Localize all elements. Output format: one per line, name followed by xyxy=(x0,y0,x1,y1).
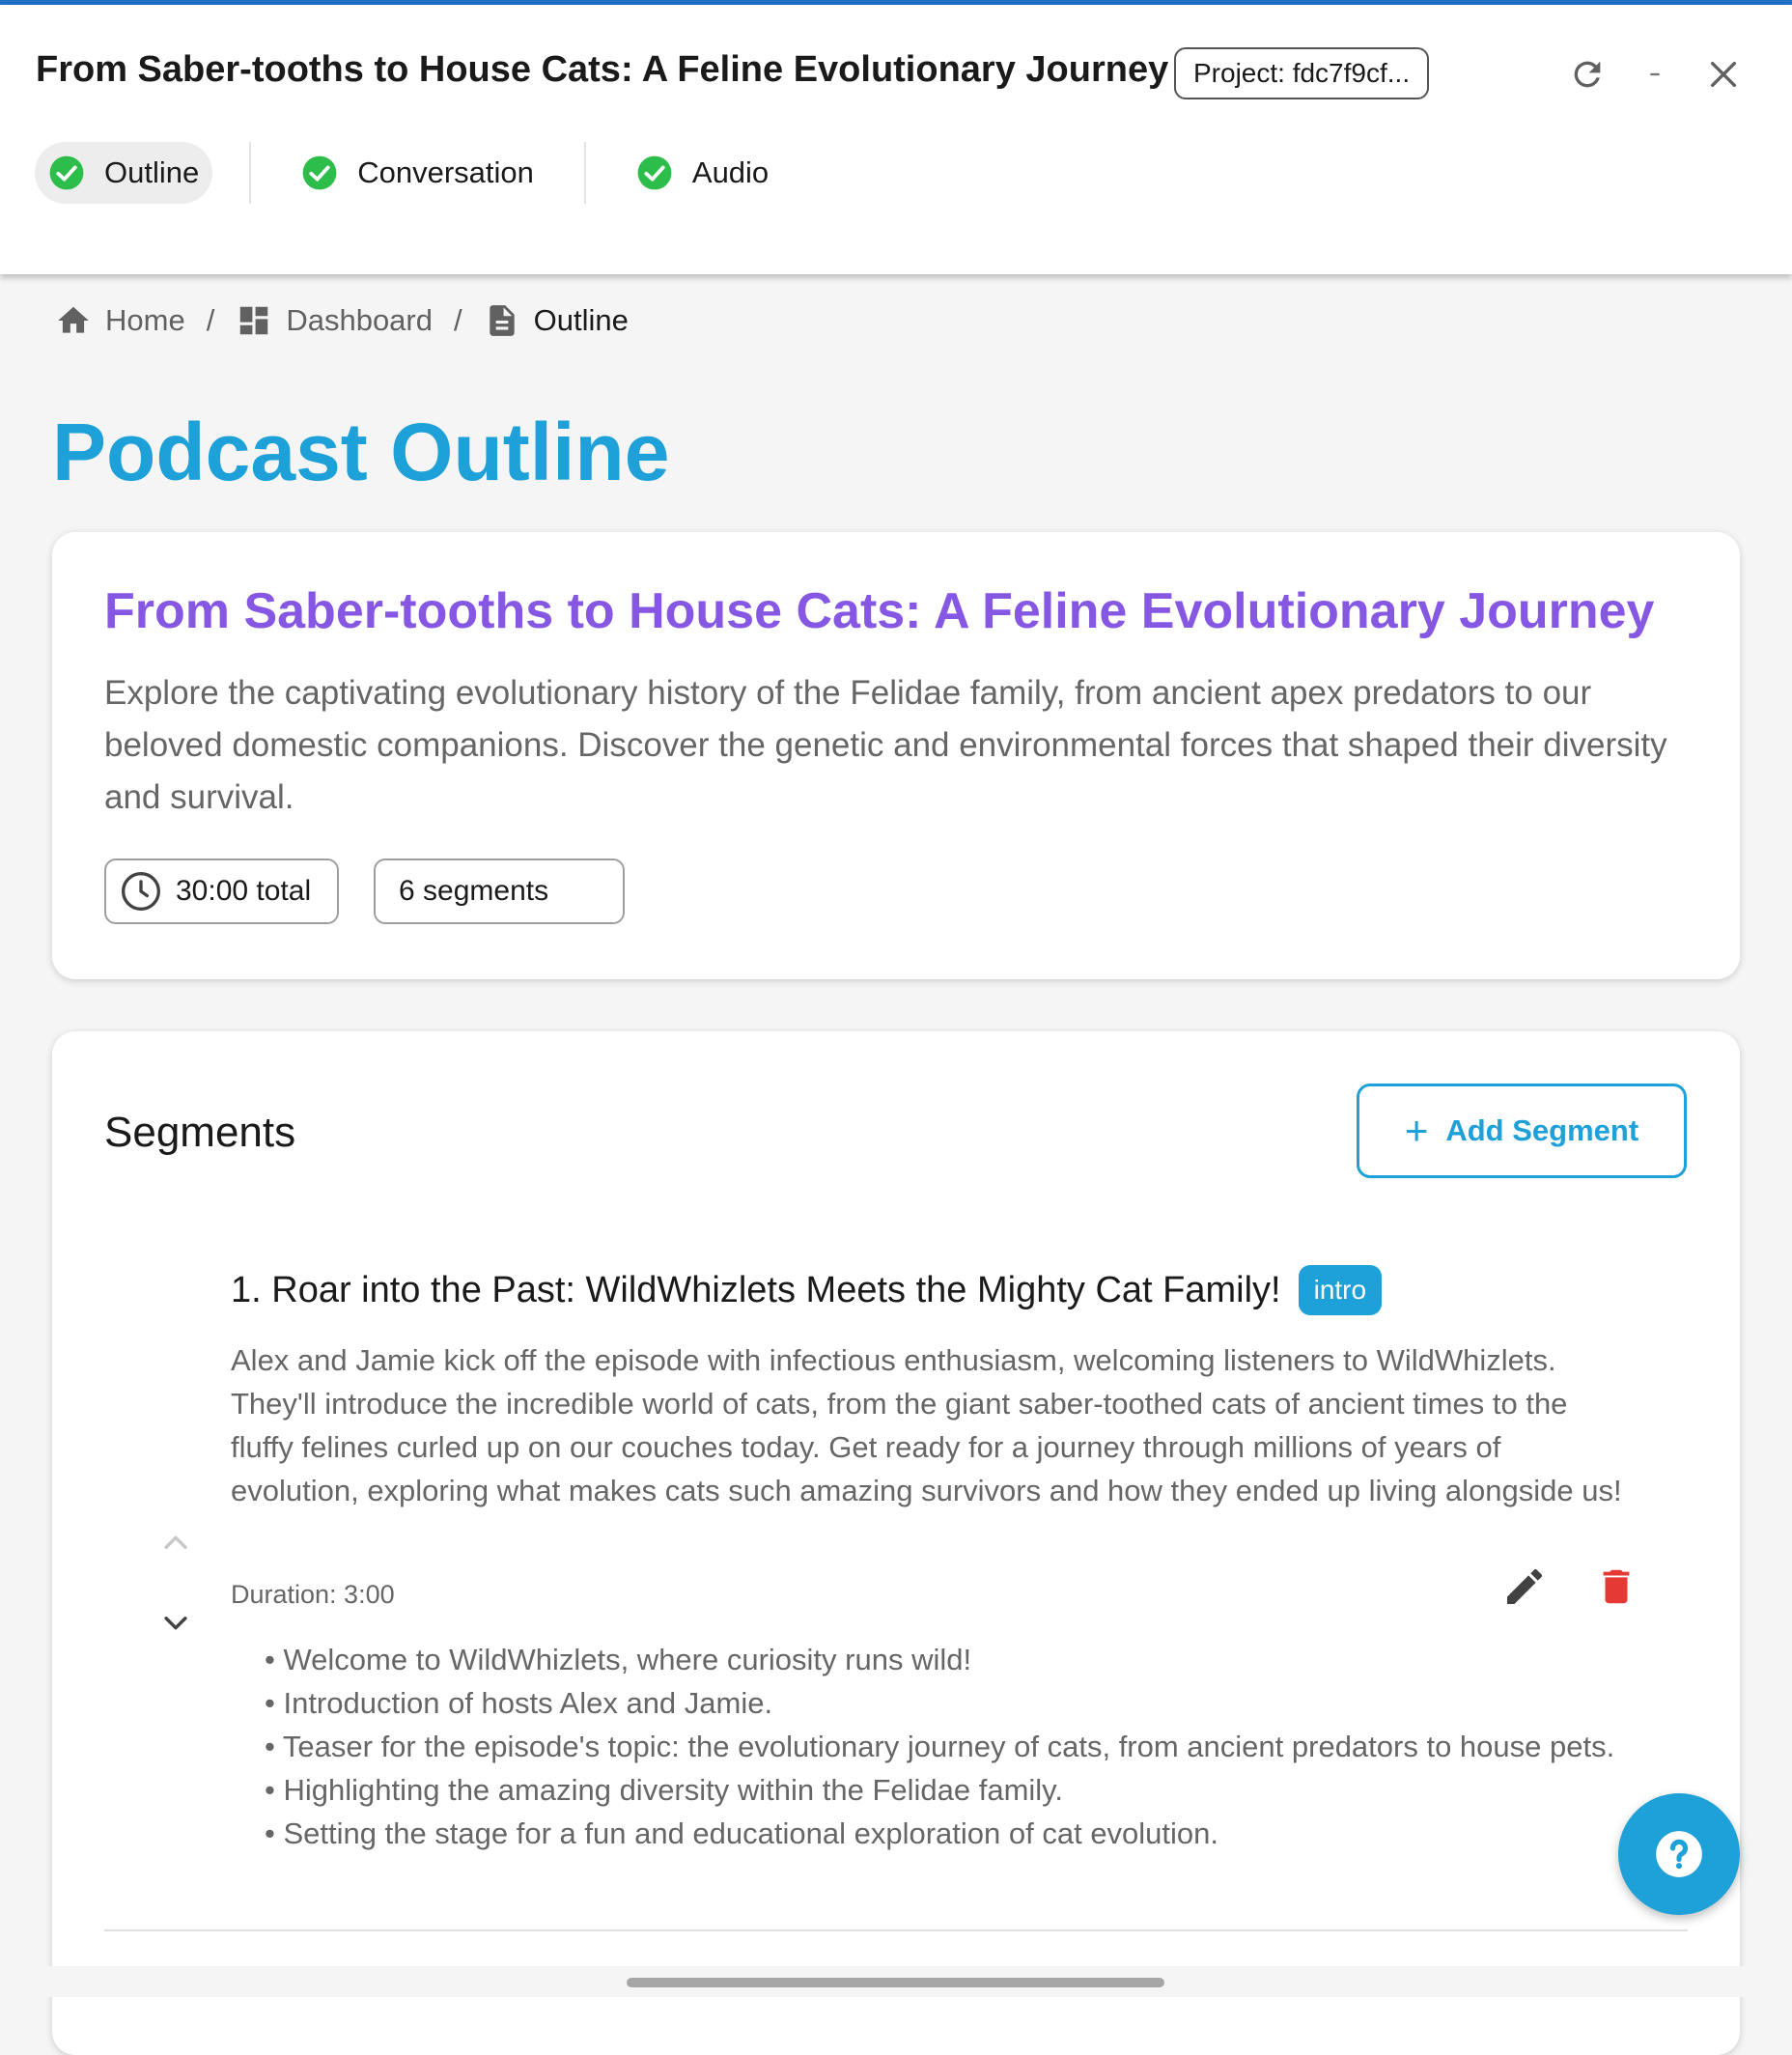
clock-icon xyxy=(122,872,160,911)
summary-card: From Saber-tooths to House Cats: A Felin… xyxy=(52,532,1740,979)
summary-title: From Saber-tooths to House Cats: A Felin… xyxy=(104,583,1655,639)
plus-icon: + xyxy=(1404,1108,1429,1153)
check-circle-icon xyxy=(49,155,84,190)
close-icon xyxy=(1710,61,1737,88)
app-header: From Saber-tooths to House Cats: A Felin… xyxy=(0,5,1792,274)
list-item: Teaser for the episode's topic: the evol… xyxy=(265,1725,1636,1768)
tab-outline-label: Outline xyxy=(104,155,200,189)
chevron-down-icon xyxy=(164,1617,187,1630)
tab-divider xyxy=(249,142,252,204)
breadcrumb-current-label: Outline xyxy=(533,303,629,337)
breadcrumb-dashboard[interactable]: Dashboard xyxy=(236,302,433,339)
chevron-up-icon xyxy=(164,1535,187,1549)
app-title: From Saber-tooths to House Cats: A Felin… xyxy=(36,49,1169,90)
home-indicator[interactable] xyxy=(627,1978,1164,1987)
breadcrumb-home-label: Home xyxy=(105,303,185,337)
segments-count-label: 6 segments xyxy=(399,875,549,907)
segment-description: Alex and Jamie kick off the episode with… xyxy=(231,1343,1622,1507)
help-icon xyxy=(1656,1831,1702,1877)
trash-icon xyxy=(1603,1569,1630,1604)
tab-conversation[interactable]: Conversation xyxy=(288,142,547,204)
check-circle-icon xyxy=(637,155,672,190)
step-tabs: Outline Conversation Audio xyxy=(35,142,782,204)
segments-count-chip: 6 segments xyxy=(374,859,625,924)
dashboard-icon xyxy=(240,306,268,335)
summary-description: Explore the captivating evolutionary his… xyxy=(104,674,1667,816)
segment-points: Welcome to WildWhizlets, where curiosity… xyxy=(265,1638,1636,1855)
breadcrumb-separator: / xyxy=(453,303,462,337)
segments-heading: Segments xyxy=(104,1109,296,1156)
document-icon xyxy=(489,305,515,336)
move-up-button[interactable] xyxy=(156,1524,195,1562)
breadcrumb-current: Outline xyxy=(484,302,629,339)
list-item: Highlighting the amazing diversity withi… xyxy=(265,1768,1636,1812)
minimize-icon xyxy=(1650,72,1660,76)
breadcrumb-dashboard-label: Dashboard xyxy=(286,303,433,337)
close-button[interactable] xyxy=(1696,47,1750,101)
segment-duration: Duration: 3:00 xyxy=(231,1580,395,1609)
segment-divider xyxy=(104,1929,1688,1931)
list-item: Setting the stage for a fun and educatio… xyxy=(265,1812,1636,1855)
tab-conversation-label: Conversation xyxy=(357,155,534,189)
segment-header: 1. Roar into the Past: WildWhizlets Meet… xyxy=(231,1265,1383,1315)
segment-type-badge: intro xyxy=(1298,1265,1383,1315)
pencil-icon xyxy=(1507,1568,1543,1604)
minimize-button[interactable] xyxy=(1628,47,1682,101)
move-down-button[interactable] xyxy=(156,1603,195,1642)
page-title: Podcast Outline xyxy=(52,407,670,497)
project-chip[interactable]: Project: fdc7f9cf... xyxy=(1174,47,1430,99)
segments-card: Segments + Add Segment 1. Roar into the … xyxy=(52,1031,1740,2055)
list-item: Introduction of hosts Alex and Jamie. xyxy=(265,1681,1636,1725)
delete-segment-button[interactable] xyxy=(1589,1560,1643,1614)
total-duration-label: 30:00 total xyxy=(176,875,312,907)
list-item: Welcome to WildWhizlets, where curiosity… xyxy=(265,1638,1636,1681)
check-circle-icon xyxy=(302,155,337,190)
breadcrumb-home[interactable]: Home xyxy=(55,302,185,339)
help-button[interactable] xyxy=(1618,1793,1740,1915)
breadcrumb: Home / Dashboard / Outline xyxy=(55,299,629,342)
tab-outline[interactable]: Outline xyxy=(35,142,213,204)
add-segment-label: Add Segment xyxy=(1445,1113,1639,1147)
home-icon xyxy=(58,306,89,333)
total-duration-chip: 30:00 total xyxy=(104,859,339,924)
tab-audio-label: Audio xyxy=(691,155,770,189)
breadcrumb-separator: / xyxy=(206,303,215,337)
add-segment-button[interactable]: + Add Segment xyxy=(1357,1084,1687,1178)
tab-divider xyxy=(583,142,586,204)
tab-audio[interactable]: Audio xyxy=(623,142,782,204)
segment-title: 1. Roar into the Past: WildWhizlets Meet… xyxy=(231,1269,1281,1310)
refresh-button[interactable] xyxy=(1560,47,1614,101)
edit-segment-button[interactable] xyxy=(1498,1560,1552,1614)
refresh-icon xyxy=(1574,61,1601,88)
